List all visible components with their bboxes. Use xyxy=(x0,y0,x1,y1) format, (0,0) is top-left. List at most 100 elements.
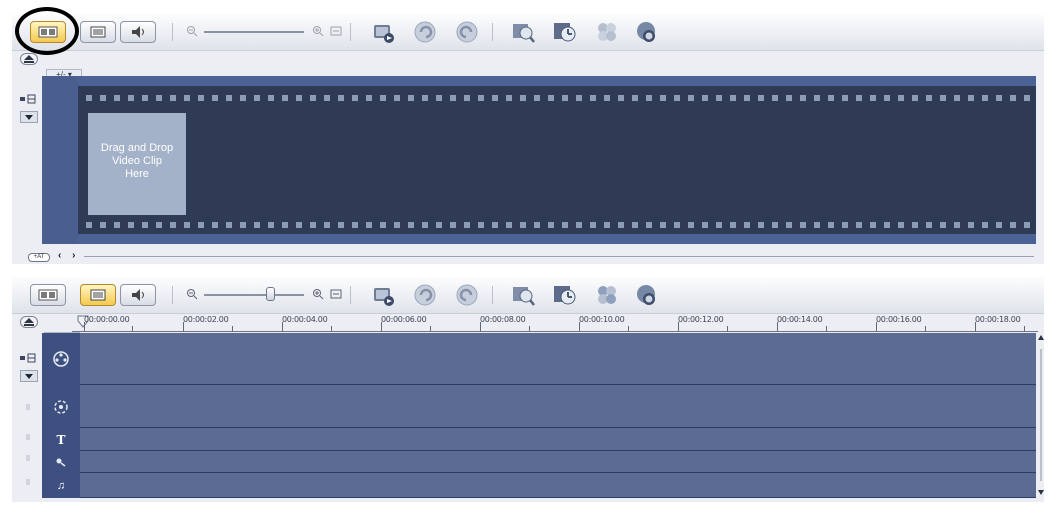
ruler-label: 00:00:12.00 xyxy=(678,315,724,324)
zoom-slider[interactable] xyxy=(204,31,304,33)
timeline-view-button[interactable] xyxy=(80,21,116,43)
ruler-minor-tick xyxy=(132,326,133,331)
storyboard-left-strip xyxy=(42,76,78,244)
chevron-down-icon xyxy=(25,373,33,379)
ripple-edit-icon[interactable] xyxy=(20,94,36,104)
drop-zone-line: Here xyxy=(125,168,149,180)
zoom-out-icon[interactable] xyxy=(186,288,198,300)
title-track[interactable] xyxy=(80,428,1036,451)
track-dropdown-button[interactable] xyxy=(20,370,38,382)
fit-project-icon[interactable] xyxy=(330,25,342,37)
zoom-in-icon[interactable] xyxy=(312,25,324,37)
record-capture-icon[interactable] xyxy=(552,19,578,45)
ruler-label: 00:00:10.00 xyxy=(579,315,625,324)
zoom-in-icon[interactable] xyxy=(312,288,324,300)
smart-proxy-icon[interactable] xyxy=(510,282,536,308)
storyboard-view-button[interactable] xyxy=(30,284,66,306)
separator xyxy=(350,23,351,41)
ruler-minor-tick xyxy=(529,326,530,331)
ruler-minor-tick xyxy=(232,326,233,331)
ruler-tick xyxy=(876,322,877,331)
film-strip xyxy=(78,86,1036,234)
fit-project-icon[interactable] xyxy=(330,288,342,300)
smart-proxy-icon[interactable] xyxy=(510,19,536,45)
ruler-tick xyxy=(381,322,382,331)
separator xyxy=(492,23,493,41)
vertical-scrollbar[interactable] xyxy=(1038,335,1044,495)
undo-icon[interactable] xyxy=(412,19,438,45)
movie-wizard-icon[interactable] xyxy=(634,19,660,45)
ruler-label: 00:00:08.00 xyxy=(480,315,526,324)
ruler-label: 00:00:16.00 xyxy=(876,315,922,324)
ruler-label: 00:00:00.00 xyxy=(84,315,130,324)
storyboard-top-bar xyxy=(78,76,1036,86)
fit-button[interactable]: +AT xyxy=(28,253,50,262)
toolbar xyxy=(12,14,1044,51)
ruler-minor-tick xyxy=(1024,326,1025,331)
eject-icon xyxy=(24,55,34,63)
voice-track[interactable] xyxy=(80,451,1036,473)
timeline-tracks: T ♫ xyxy=(42,333,1036,498)
drop-zone-line: Drag and Drop xyxy=(100,142,174,154)
track-dropdown-button[interactable] xyxy=(20,111,38,123)
undo-icon[interactable] xyxy=(412,282,438,308)
track-lock-indicator[interactable] xyxy=(26,455,30,461)
eject-button[interactable] xyxy=(20,53,38,65)
timeline-icon xyxy=(90,26,106,38)
speaker-icon xyxy=(132,289,144,301)
chevron-down-icon xyxy=(25,114,33,120)
eject-icon xyxy=(24,318,34,326)
storyboard-area[interactable]: Drag and Drop Video Clip Here xyxy=(42,76,1036,244)
ruler-label: 00:00:02.00 xyxy=(183,315,229,324)
ruler-label: 00:00:18.00 xyxy=(975,315,1021,324)
storyboard-bottom-bar xyxy=(78,234,1036,244)
ruler-label: 00:00:14.00 xyxy=(777,315,823,324)
track-lock-indicator[interactable] xyxy=(26,404,30,410)
ruler-minor-tick xyxy=(727,326,728,331)
ruler-label: 00:00:04.00 xyxy=(282,315,328,324)
ruler-tick xyxy=(480,322,481,331)
film-perforation-bottom xyxy=(86,222,1030,228)
movie-wizard-icon[interactable] xyxy=(634,282,660,308)
track-lock-indicator[interactable] xyxy=(26,434,30,440)
overlay-track[interactable] xyxy=(80,385,1036,428)
zoom-slider[interactable] xyxy=(204,294,304,296)
drop-zone[interactable]: Drag and Drop Video Clip Here xyxy=(88,113,186,215)
redo-icon[interactable] xyxy=(454,282,480,308)
film-perforation-top xyxy=(86,95,1030,101)
music-note-icon: ♫ xyxy=(56,479,66,492)
ruler-tick xyxy=(84,322,85,331)
timeline-view-button[interactable] xyxy=(80,284,116,306)
eject-button[interactable] xyxy=(20,316,38,328)
track-lock-indicator[interactable] xyxy=(26,479,30,485)
ruler-tick xyxy=(183,322,184,331)
nav-arrows[interactable]: ‹ › xyxy=(58,250,79,261)
auto-music-icon[interactable] xyxy=(594,19,620,45)
insert-media-icon[interactable] xyxy=(370,282,396,308)
ruler-tick xyxy=(282,322,283,331)
ruler-minor-tick xyxy=(826,326,827,331)
auto-music-icon[interactable] xyxy=(594,282,620,308)
separator xyxy=(172,286,173,304)
record-capture-icon[interactable] xyxy=(552,282,578,308)
ruler-tick xyxy=(678,322,679,331)
video-track[interactable] xyxy=(80,333,1036,385)
ruler-tick xyxy=(975,322,976,331)
insert-media-icon[interactable] xyxy=(370,19,396,45)
time-ruler[interactable]: 00:00:00.00 00:00:02.00 00:00:04.00 00:0… xyxy=(72,313,1038,333)
ruler-tick xyxy=(579,322,580,331)
audio-view-button[interactable] xyxy=(120,21,156,43)
timeline-icon xyxy=(90,289,106,301)
drop-zone-line: Video Clip xyxy=(112,155,162,167)
music-track[interactable] xyxy=(80,473,1036,498)
ruler-tick xyxy=(777,322,778,331)
ruler-minor-tick xyxy=(331,326,332,331)
ruler-minor-tick xyxy=(628,326,629,331)
timeline-panel: 00:00:00.00 00:00:02.00 00:00:04.00 00:0… xyxy=(12,277,1044,502)
zoom-out-icon[interactable] xyxy=(186,25,198,37)
ripple-edit-icon[interactable] xyxy=(20,353,36,363)
zoom-slider-thumb[interactable] xyxy=(266,287,275,301)
horizontal-scrollbar[interactable] xyxy=(84,256,1034,257)
redo-icon[interactable] xyxy=(454,19,480,45)
audio-view-button[interactable] xyxy=(120,284,156,306)
